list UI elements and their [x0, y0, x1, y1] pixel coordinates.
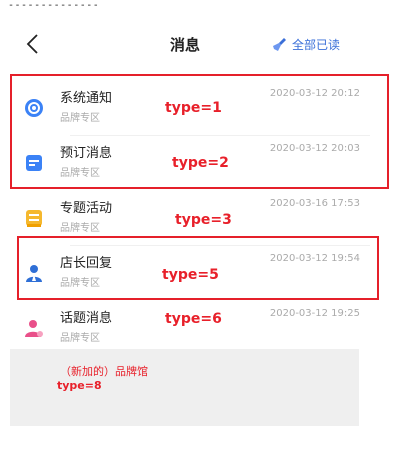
- list-item[interactable]: 话题消息 品牌专区 2020-03-12 19:25 type=6: [10, 300, 370, 356]
- item-subtitle: 品牌专区: [60, 333, 100, 344]
- item-subtitle: 品牌专区: [60, 223, 100, 234]
- list-item[interactable]: 系统通知 品牌专区 2020-03-12 20:12 type=1: [10, 80, 370, 136]
- item-time: 2020-03-12 19:54: [269, 253, 360, 264]
- list-item[interactable]: 预订消息 品牌专区 2020-03-12 20:03 type=2: [10, 135, 370, 191]
- new-brand-section[interactable]: （新加的）品牌馆 type=8: [10, 349, 359, 426]
- item-time: 2020-03-12 19:25: [269, 308, 360, 319]
- item-subtitle: 品牌专区: [60, 168, 100, 179]
- top-dashes: --------------: [8, 0, 100, 11]
- list-item[interactable]: 专题活动 品牌专区 2020-03-16 17:53 type=3: [10, 190, 370, 246]
- pink-person-icon: [25, 320, 43, 337]
- type-annotation: type=2: [172, 155, 229, 171]
- item-time: 2020-03-12 20:03: [269, 143, 360, 154]
- yellow-box-icon: [26, 210, 42, 227]
- item-subtitle: 品牌专区: [60, 278, 100, 289]
- nav-bar: 消息 全部已读: [0, 30, 370, 62]
- item-time: 2020-03-12 20:12: [269, 88, 360, 99]
- blue-card-icon: [26, 155, 42, 171]
- blue-person-icon: [26, 265, 42, 282]
- item-time: 2020-03-16 17:53: [269, 198, 360, 209]
- new-brand-type: type=8: [57, 379, 102, 392]
- read-all-label: 全部已读: [292, 38, 341, 52]
- item-title: 话题消息: [60, 311, 113, 326]
- list-item[interactable]: 店长回复 品牌专区 2020-03-12 19:54 type=5: [10, 245, 370, 301]
- read-all-button[interactable]: 全部已读: [272, 36, 340, 53]
- type-annotation: type=1: [165, 100, 222, 116]
- new-brand-label: （新加的）品牌馆: [60, 365, 148, 378]
- item-title: 店长回复: [60, 256, 113, 271]
- item-subtitle: 品牌专区: [60, 113, 100, 124]
- blue-gear-icon: [25, 99, 43, 117]
- item-title: 系统通知: [60, 91, 113, 106]
- type-annotation: type=5: [162, 267, 219, 283]
- broom-icon: [273, 37, 286, 51]
- type-annotation: type=3: [175, 212, 232, 228]
- item-title: 预订消息: [60, 146, 113, 161]
- type-annotation: type=6: [165, 311, 222, 327]
- item-title: 专题活动: [60, 201, 113, 216]
